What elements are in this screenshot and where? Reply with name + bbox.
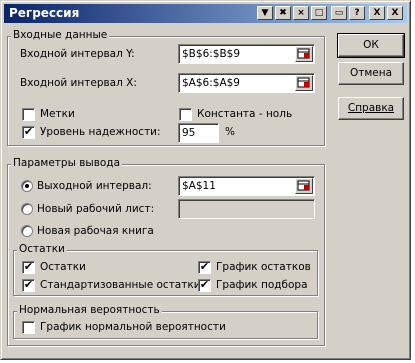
check-mark-icon: ✔ bbox=[199, 260, 210, 273]
residual-plot-checkbox[interactable]: ✔ bbox=[198, 261, 211, 274]
output-range-label: Выходной интервал: bbox=[37, 180, 152, 192]
input-data-group-title: Входные данные bbox=[11, 29, 110, 41]
residuals-checkbox[interactable]: ✔ bbox=[22, 261, 35, 274]
check-mark-icon: ✔ bbox=[199, 278, 210, 291]
title-button-1[interactable]: ▼ bbox=[257, 6, 273, 20]
y-range-value: $B$6:$B$9 bbox=[182, 48, 241, 60]
help-button[interactable]: Справка bbox=[338, 97, 404, 120]
range-select-icon[interactable] bbox=[295, 46, 313, 62]
regression-dialog: Регрессия ▼ ✖ × □ ▭ ? X X Входные данные… bbox=[0, 0, 411, 360]
check-mark-icon: ✔ bbox=[23, 125, 34, 138]
confidence-input[interactable]: 95 bbox=[178, 123, 219, 143]
title-button-3[interactable]: × bbox=[293, 6, 309, 20]
residuals-group-title: Остатки bbox=[17, 243, 67, 255]
range-select-icon[interactable] bbox=[295, 178, 313, 194]
new-sheet-label: Новый рабочий лист: bbox=[37, 203, 155, 215]
standardized-residuals-checkbox[interactable]: ✔ bbox=[22, 279, 35, 292]
title-bar[interactable]: Регрессия ▼ ✖ × □ ▭ ? X X bbox=[4, 4, 407, 23]
title-button-2[interactable]: ✖ bbox=[275, 6, 291, 20]
close-button[interactable]: X bbox=[387, 6, 403, 20]
output-range-value: $A$11 bbox=[182, 180, 216, 192]
labels-checkbox[interactable] bbox=[22, 108, 35, 121]
y-range-label: Входной интервал Y: bbox=[20, 48, 135, 60]
fit-plot-checkbox[interactable]: ✔ bbox=[198, 279, 211, 292]
x-range-value: $A$6:$A$9 bbox=[182, 77, 240, 89]
new-sheet-input[interactable] bbox=[178, 199, 315, 219]
new-book-radio[interactable] bbox=[21, 225, 33, 237]
x-range-input[interactable]: $A$6:$A$9 bbox=[178, 73, 315, 93]
output-options-group-title: Параметры вывода bbox=[11, 157, 123, 169]
cancel-button[interactable]: Отмена bbox=[338, 62, 404, 85]
confidence-label: Уровень надежности: bbox=[40, 126, 161, 138]
y-range-input[interactable]: $B$6:$B$9 bbox=[178, 44, 315, 64]
output-range-input[interactable]: $A$11 bbox=[178, 176, 315, 196]
normal-plot-checkbox[interactable] bbox=[22, 321, 35, 334]
x-range-label: Входной интервал X: bbox=[20, 77, 137, 89]
check-mark-icon: ✔ bbox=[23, 260, 34, 273]
standardized-residuals-label: Стандартизованные остатки bbox=[40, 279, 201, 291]
new-sheet-radio[interactable] bbox=[21, 203, 33, 215]
fit-plot-label: График подбора bbox=[216, 279, 308, 291]
output-range-radio[interactable] bbox=[21, 180, 33, 192]
check-mark-icon: ✔ bbox=[23, 278, 34, 291]
restore-button[interactable]: ? bbox=[349, 6, 365, 20]
minimize-button[interactable]: ▭ bbox=[331, 6, 347, 20]
normal-plot-label: График нормальной вероятности bbox=[40, 321, 226, 333]
percent-sign: % bbox=[225, 126, 235, 138]
constant-zero-label: Константа - ноль bbox=[197, 108, 293, 120]
constant-zero-checkbox[interactable] bbox=[179, 108, 192, 121]
ok-button[interactable]: ОК bbox=[337, 33, 405, 58]
labels-checkbox-label: Метки bbox=[40, 108, 75, 120]
residuals-label: Остатки bbox=[40, 261, 86, 273]
window-title: Регрессия bbox=[9, 6, 80, 20]
radio-selected-dot bbox=[25, 184, 29, 188]
confidence-value: 95 bbox=[182, 127, 196, 139]
residual-plot-label: График остатков bbox=[216, 261, 311, 273]
range-select-icon[interactable] bbox=[295, 75, 313, 91]
confidence-checkbox[interactable]: ✔ bbox=[22, 126, 35, 139]
normal-probability-group-title: Нормальная вероятность bbox=[17, 304, 162, 316]
new-book-label: Новая рабочая книга bbox=[37, 225, 154, 237]
help-title-button[interactable]: X bbox=[369, 6, 385, 20]
title-button-4[interactable]: □ bbox=[311, 6, 327, 20]
